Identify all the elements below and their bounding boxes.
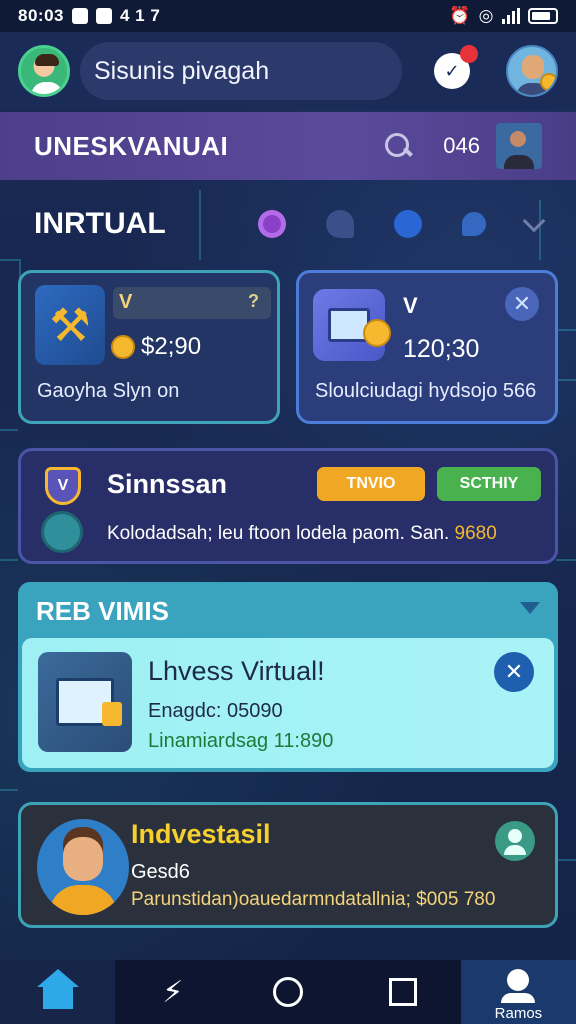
banner-thumbnail[interactable]	[496, 123, 542, 169]
invest-subtitle: Gesd6	[131, 861, 190, 883]
expandable-panel: REB VIMIS Lhvess Virtual! Enagdc: 05090 …	[18, 582, 558, 772]
profile-icon-body	[501, 992, 536, 1003]
info-card[interactable]: V Sinnssan TNVIO SCTHIY Kolodadsah; leu …	[18, 448, 558, 564]
orange-button[interactable]: TNVIO	[317, 467, 425, 501]
section-title: INRTUAL	[34, 207, 166, 240]
square-icon	[389, 978, 418, 1006]
chat-bubble-icon[interactable]: ✓	[434, 45, 478, 89]
person-avatar	[37, 819, 129, 915]
nav-profile[interactable]: Ramos	[460, 960, 576, 1024]
nav-square[interactable]	[346, 960, 461, 1024]
card-price: $2;90	[111, 333, 201, 361]
wifi-icon: ◎	[478, 6, 494, 25]
product-card-1[interactable]: ⚒ V ? $2;90 Gaoyha Slyn on	[18, 270, 280, 424]
dark-bubble-icon[interactable]	[326, 210, 354, 238]
profile-icon	[507, 968, 530, 991]
purple-ring-icon[interactable]	[258, 210, 286, 238]
section-header: INRTUAL	[0, 182, 576, 266]
signal-icon	[502, 8, 520, 24]
panel-title: REB VIMIS	[36, 596, 169, 626]
panel-item-line1: Enagdc: 05090	[148, 700, 283, 722]
info-card-value: 9680	[454, 523, 497, 544]
panel-item-title: Lhvess Virtual!	[148, 656, 325, 686]
status-carrier: 4 1 7	[119, 6, 161, 25]
green-button[interactable]: SCTHIY	[437, 467, 541, 501]
user-avatar[interactable]	[18, 45, 70, 97]
lightning-icon: ⚡	[162, 975, 184, 1009]
nav-profile-label: Ramos	[494, 1004, 543, 1022]
card-top-right: ?	[248, 291, 259, 311]
tool-icon: ⚒	[35, 285, 105, 365]
panel-item-line2: Linamiardsag 11:890	[148, 730, 334, 752]
panel-item[interactable]: Lhvess Virtual! Enagdc: 05090 Linamiards…	[22, 638, 554, 768]
check-badge-icon	[41, 511, 83, 553]
banner-count: 046	[443, 133, 480, 158]
card-topbar: V ?	[113, 287, 271, 319]
chevron-down-icon[interactable]	[522, 209, 546, 233]
invest-title: Indvestasil	[131, 819, 271, 849]
notification-dot	[460, 45, 478, 63]
product-card-2[interactable]: V ✕ 120;30 Sloulciudagi hydsojo 566	[296, 270, 558, 424]
expand-icon[interactable]	[520, 602, 540, 614]
top-banner: UNESKVANUAI 046	[0, 112, 576, 180]
status-time: 80:03	[18, 6, 64, 25]
nav-circle[interactable]	[230, 960, 345, 1024]
card-top-left: V	[119, 291, 133, 313]
alarm-icon: ⏰	[448, 6, 471, 25]
info-card-name: Sinnssan	[107, 469, 228, 499]
window-icon	[38, 652, 132, 752]
close-icon[interactable]: ✕	[505, 287, 539, 321]
nav-lightning[interactable]: ⚡	[115, 960, 230, 1024]
card-caption: Gaoyha Slyn on	[37, 380, 180, 402]
profile-avatar[interactable]	[506, 45, 558, 97]
coin-icon	[111, 335, 135, 359]
notification-icon	[71, 8, 88, 24]
document-coin-icon	[313, 289, 391, 361]
card-label: V	[403, 293, 418, 318]
nav-home[interactable]	[0, 960, 116, 1024]
battery-icon	[528, 8, 558, 24]
card-price-value: $2;90	[141, 333, 202, 360]
search-text: Sisunis pivagah	[94, 56, 270, 85]
circle-icon	[273, 977, 303, 1007]
status-bar: 80:03 4 1 7 ⏰ ◎	[0, 0, 576, 32]
shield-badge-icon: V	[45, 467, 81, 505]
pin-icon[interactable]	[462, 212, 486, 236]
info-card-description: Kolodadsah; leu ftoon lodela paom. San. …	[107, 523, 497, 545]
banner-title: UNESKVANUAI	[34, 130, 229, 161]
card-caption: Sloulciudagi hydsojo 566	[315, 380, 537, 402]
home-icon	[36, 969, 79, 1009]
coin-icon	[540, 73, 556, 91]
bottom-nav: ⚡ Ramos	[0, 960, 576, 1024]
media-icon	[95, 8, 112, 24]
search-icon[interactable]	[383, 131, 413, 161]
invest-description: Parunstidan)oauedarmndatallnia; $005 780	[131, 889, 496, 910]
user-icon[interactable]	[495, 821, 535, 861]
card-value: 120;30	[403, 335, 480, 363]
close-icon[interactable]: ✕	[494, 652, 534, 692]
info-card-description-text: Kolodadsah; leu ftoon lodela paom. San.	[107, 523, 450, 544]
heart-icon[interactable]	[394, 210, 422, 238]
search-input[interactable]: Sisunis pivagah	[80, 42, 402, 100]
top-header: Sisunis pivagah ✓	[0, 32, 576, 110]
invest-card[interactable]: Indvestasil Gesd6 Parunstidan)oauedarmnd…	[18, 802, 558, 928]
